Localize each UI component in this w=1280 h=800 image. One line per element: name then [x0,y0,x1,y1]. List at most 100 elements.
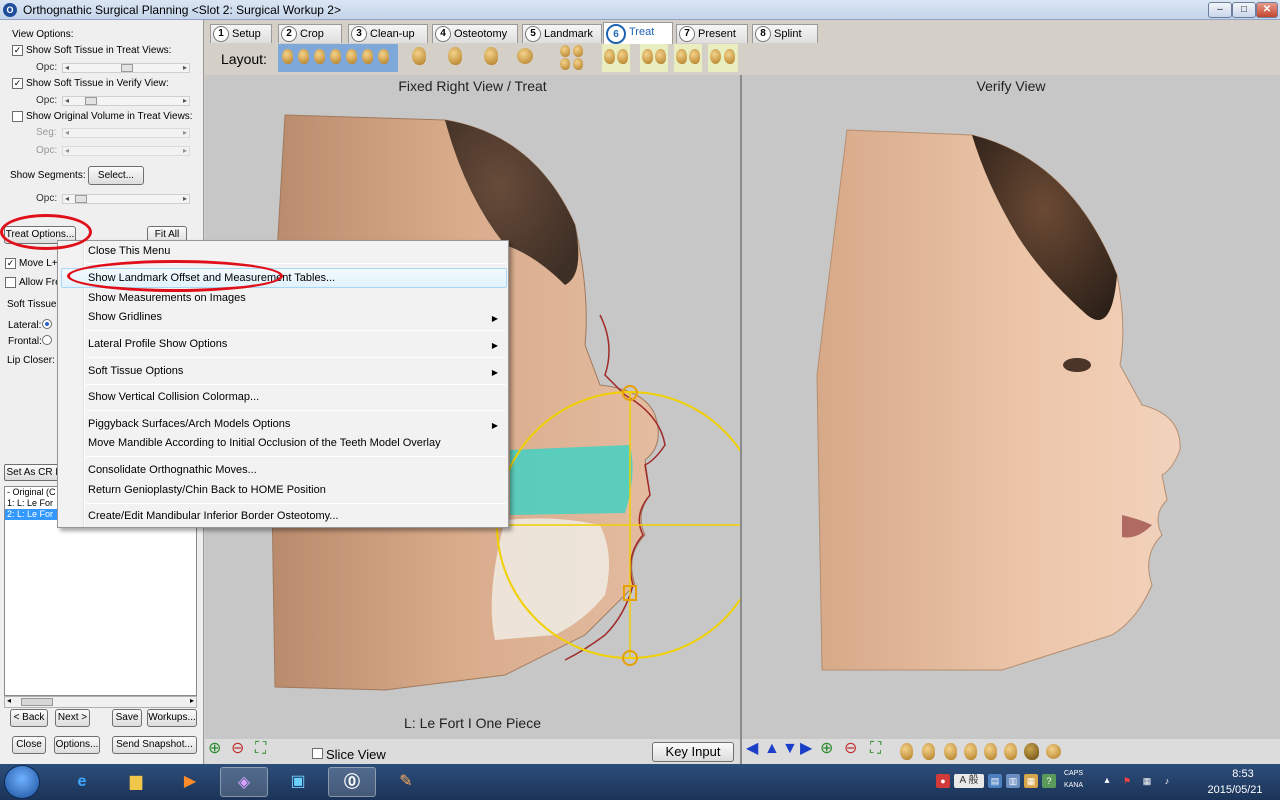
layout-option-oblique[interactable] [444,44,466,72]
tab-present[interactable]: 7 Present [676,24,748,43]
fit-view-icon[interactable]: ⛶ [255,739,266,759]
segment-slider[interactable]: ◂ ▸ [62,128,190,138]
rotate-down-icon[interactable]: ▼ [782,739,798,759]
start-button[interactable] [4,765,40,799]
orthognathic-app-icon[interactable]: ⓪ [328,767,376,797]
network-icon[interactable]: ▦ [1140,774,1154,788]
tab-landmark[interactable]: 5 Landmark [522,24,602,43]
menu-item-show-landmark-offset-tables[interactable]: Show Landmark Offset and Measurement Tab… [88,272,335,284]
head-lateral-left-icon[interactable] [900,743,913,760]
menu-item-move-mandible-initial-occlusion[interactable]: Move Mandible According to Initial Occlu… [88,437,441,449]
layout-option-pair-a[interactable] [602,44,630,72]
minimize-button[interactable]: – [1208,2,1232,18]
menu-item-soft-tissue-options[interactable]: Soft Tissue Options [88,365,183,377]
head-oblique-left-icon[interactable] [922,743,935,760]
volume-icon[interactable]: ♪ [1160,774,1174,788]
workups-button[interactable]: Workups... [147,709,197,727]
back-button[interactable]: < Back [10,709,48,727]
menu-item-show-gridlines[interactable]: Show Gridlines [88,311,162,323]
app-dolphin-icon[interactable]: ◈ [220,767,268,797]
zoom-out-icon[interactable]: ⊖ [231,739,244,759]
internet-explorer-icon[interactable]: e [58,767,106,797]
tab-splint[interactable]: 8 Splint [752,24,818,43]
fit-view-icon[interactable]: ⛶ [870,739,881,759]
menu-item-create-edit-mandibular-osteotomy[interactable]: Create/Edit Mandibular Inferior Border O… [88,510,338,522]
ime-pad-icon[interactable]: ▦ [1024,774,1038,788]
file-explorer-icon[interactable]: ▆ [112,767,160,797]
clock-date[interactable]: 2015/05/21 [1192,784,1278,796]
layout-option-pair-b[interactable] [640,44,668,72]
action-center-icon[interactable]: ⚑ [1120,774,1134,788]
list-horizontal-scrollbar[interactable]: ◂ ▸ [4,696,197,708]
head-frontal-icon[interactable] [944,743,957,760]
head-top-icon[interactable] [1024,743,1039,760]
rotate-right-icon[interactable]: ▶ [800,739,812,759]
soft-tissue-verify-opacity-slider[interactable]: ◂ ▸ [62,96,190,106]
segments-opacity-slider[interactable]: ◂ ▸ [62,194,190,204]
show-original-volume-checkbox[interactable] [12,111,23,122]
menu-item-return-genioplasty-home[interactable]: Return Genioplasty/Chin Back to HOME Pos… [88,484,326,496]
next-button[interactable]: Next > [55,709,90,727]
key-input-button[interactable]: Key Input [652,742,734,762]
slice-view-checkbox[interactable] [312,748,323,759]
menu-item-lateral-profile-show-options[interactable]: Lateral Profile Show Options [88,338,227,350]
close-button[interactable]: Close [12,736,46,754]
head-bottom-icon[interactable] [1046,744,1061,759]
maximize-button[interactable]: □ [1232,2,1256,18]
layout-option-quad[interactable] [558,44,588,72]
menu-item-close-this-menu[interactable]: Close This Menu [88,245,170,257]
show-hidden-icons-icon[interactable]: ▴ [1100,774,1114,788]
verify-view-viewport[interactable]: Verify View [742,75,1280,739]
slider-thumb[interactable] [121,64,133,72]
original-volume-opacity-slider[interactable]: ◂ ▸ [62,146,190,156]
tab-setup[interactable]: 1 Setup [210,24,272,43]
slider-thumb[interactable] [85,97,97,105]
ime-settings-icon[interactable]: ▥ [1006,774,1020,788]
rotate-left-icon[interactable]: ◀ [746,739,758,759]
frontal-radio[interactable] [42,335,52,345]
tab-clean-up[interactable]: 3 Clean-up [348,24,428,43]
select-segments-button[interactable]: Select... [88,166,144,185]
slider-thumb[interactable] [75,195,87,203]
send-snapshot-button[interactable]: Send Snapshot... [112,736,197,754]
ime-tool-icon[interactable]: ▤ [988,774,1002,788]
soft-tissue-treat-opacity-slider[interactable]: ◂ ▸ [62,63,190,73]
show-soft-tissue-treat-checkbox[interactable]: ✓ [12,45,23,56]
media-player-icon[interactable]: ▶ [166,767,214,797]
set-as-cr-button[interactable]: Set As CR F [4,464,64,481]
options-button[interactable]: Options... [54,736,100,754]
menu-item-show-vertical-collision-colormap[interactable]: Show Vertical Collision Colormap... [88,391,259,403]
layout-option-frontal[interactable] [480,44,502,72]
rotate-up-icon[interactable]: ▲ [764,739,780,759]
layout-option-top[interactable] [514,44,536,72]
layout-option-lateral[interactable] [408,44,430,72]
paint-icon[interactable]: ✎ [382,767,430,797]
zoom-in-icon[interactable]: ⊕ [208,739,221,759]
tab-crop[interactable]: 2 Crop [278,24,342,43]
menu-item-piggyback-surfaces-options[interactable]: Piggyback Surfaces/Arch Models Options [88,418,290,430]
tab-osteotomy[interactable]: 4 Osteotomy [432,24,518,43]
layout-option-pair-c[interactable] [674,44,702,72]
head-oblique-right-icon[interactable] [964,743,977,760]
show-soft-tissue-verify-checkbox[interactable]: ✓ [12,78,23,89]
lateral-radio[interactable] [42,319,52,329]
help-icon[interactable]: ? [1042,774,1056,788]
move-checkbox[interactable]: ✓ [5,258,16,269]
tab-treat[interactable]: 6 Treat [603,22,673,44]
layout-option-six-view[interactable] [278,44,398,72]
allow-checkbox[interactable] [5,277,16,288]
clock-time[interactable]: 8:53 [1208,768,1278,780]
close-window-button[interactable]: ✕ [1256,2,1278,18]
security-icon[interactable]: ● [936,774,950,788]
remote-desktop-icon[interactable]: ▣ [274,767,322,797]
layout-option-pair-d[interactable] [708,44,738,72]
zoom-out-icon[interactable]: ⊖ [844,739,857,759]
ime-indicator-icon[interactable]: A 般 [954,774,984,788]
head-lateral-right-icon[interactable] [984,743,997,760]
save-button[interactable]: Save [112,709,142,727]
head-back-icon[interactable] [1004,743,1017,760]
menu-item-consolidate-orthognathic-moves[interactable]: Consolidate Orthognathic Moves... [88,464,257,476]
zoom-in-icon[interactable]: ⊕ [820,739,833,759]
scroll-thumb[interactable] [21,698,53,706]
menu-item-show-measurements-on-images[interactable]: Show Measurements on Images [88,292,246,304]
